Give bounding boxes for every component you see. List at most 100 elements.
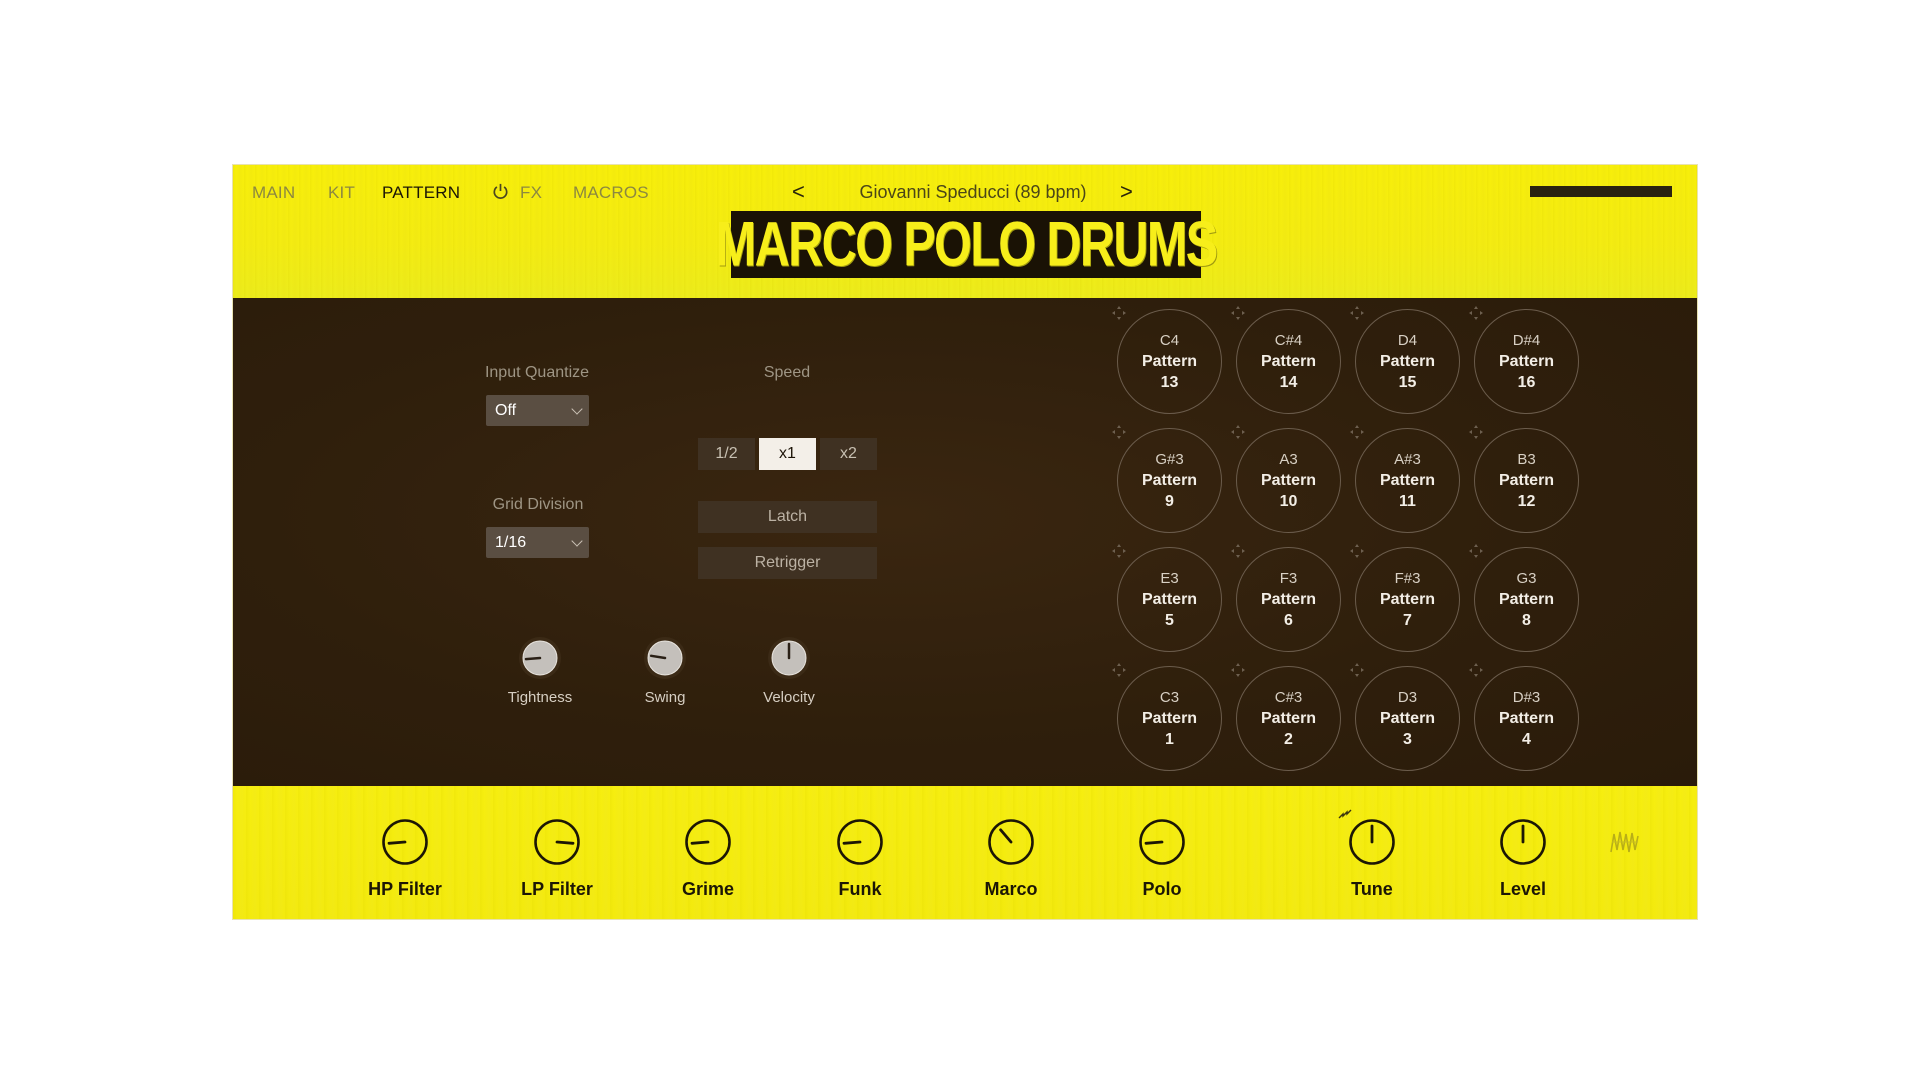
preset-next-button[interactable]: >	[1120, 179, 1133, 205]
pattern-pad-12[interactable]: B3 Pattern 12	[1474, 428, 1579, 533]
pad-note: B3	[1517, 451, 1536, 468]
pad-note: F#3	[1394, 570, 1421, 587]
pattern-pad-5[interactable]: E3 Pattern 5	[1117, 547, 1222, 652]
pattern-pad-14[interactable]: C#4 Pattern 14	[1236, 309, 1341, 414]
lp-filter-knob[interactable]	[533, 818, 581, 866]
drag-handle-icon[interactable]	[1349, 424, 1365, 440]
pad-name: Pattern	[1498, 353, 1555, 370]
swing-knob[interactable]	[643, 636, 687, 680]
drag-handle-icon[interactable]	[1111, 424, 1127, 440]
preset-prev-button[interactable]: <	[792, 179, 805, 205]
drag-handle-icon[interactable]	[1230, 662, 1246, 678]
pattern-pad-6[interactable]: F3 Pattern 6	[1236, 547, 1341, 652]
pad-number: 9	[1165, 493, 1174, 510]
preset-name[interactable]: Giovanni Speducci (89 bpm)	[833, 179, 1113, 205]
pad-note: D#4	[1512, 332, 1541, 349]
drag-handle-icon[interactable]	[1111, 305, 1127, 321]
drag-handle-icon[interactable]	[1349, 662, 1365, 678]
pattern-pad-11[interactable]: A#3 Pattern 11	[1355, 428, 1460, 533]
chevron-down-icon	[571, 403, 583, 415]
speed-x2-button[interactable]: x2	[820, 438, 877, 470]
fx-power-icon[interactable]	[491, 182, 510, 201]
latch-button[interactable]: Latch	[698, 501, 877, 533]
tab-kit[interactable]: KIT	[328, 182, 355, 204]
grid-division-dropdown[interactable]: 1/16	[486, 527, 589, 558]
tab-macros[interactable]: MACROS	[573, 182, 649, 204]
pattern-pad-8[interactable]: G3 Pattern 8	[1474, 547, 1579, 652]
pad-number: 16	[1517, 374, 1536, 391]
pattern-pad-3[interactable]: D3 Pattern 3	[1355, 666, 1460, 771]
level-knob[interactable]	[1499, 818, 1547, 866]
marco-knob-label: Marco	[984, 879, 1038, 899]
pattern-pad-9[interactable]: G#3 Pattern 9	[1117, 428, 1222, 533]
drag-handle-icon[interactable]	[1111, 662, 1127, 678]
pad-note: C#3	[1274, 689, 1303, 706]
pad-number: 13	[1160, 374, 1179, 391]
hp-filter-knob[interactable]	[381, 818, 429, 866]
pad-name: Pattern	[1379, 710, 1436, 727]
speed-x1-button[interactable]: x1	[759, 438, 816, 470]
lp-filter-knob-label: LP Filter	[521, 879, 593, 899]
pattern-pad-1[interactable]: C3 Pattern 1	[1117, 666, 1222, 771]
velocity-knob[interactable]	[767, 636, 811, 680]
tightness-knob[interactable]	[518, 636, 562, 680]
marco-knob[interactable]	[987, 818, 1035, 866]
pad-note: C#4	[1274, 332, 1303, 349]
pad-number: 10	[1279, 493, 1298, 510]
pattern-pad-13[interactable]: C4 Pattern 13	[1117, 309, 1222, 414]
drag-handle-icon[interactable]	[1468, 305, 1484, 321]
pad-name: Pattern	[1379, 472, 1436, 489]
logo: MARCO POLO DRUMS	[716, 209, 1219, 279]
swing-knob-label: Swing	[644, 689, 686, 706]
pad-note: G#3	[1155, 451, 1184, 468]
tune-knob-label: Tune	[1351, 879, 1393, 899]
drag-handle-icon[interactable]	[1230, 424, 1246, 440]
tab-pattern[interactable]: PATTERN	[382, 182, 460, 204]
polo-knob[interactable]	[1138, 818, 1186, 866]
tune-knob[interactable]	[1348, 818, 1396, 866]
pad-name: Pattern	[1498, 710, 1555, 727]
hp-filter-knob-label: HP Filter	[368, 879, 442, 899]
pad-note: A3	[1279, 451, 1298, 468]
input-quantize-value: Off	[495, 402, 517, 419]
pad-name: Pattern	[1260, 710, 1317, 727]
speed-label: Speed	[763, 364, 811, 381]
input-quantize-dropdown[interactable]: Off	[486, 395, 589, 426]
drag-handle-icon[interactable]	[1468, 424, 1484, 440]
drag-handle-icon[interactable]	[1111, 543, 1127, 559]
pad-name: Pattern	[1141, 710, 1198, 727]
funk-knob-label: Funk	[838, 879, 882, 899]
tab-main[interactable]: MAIN	[252, 182, 295, 204]
drag-handle-icon[interactable]	[1468, 662, 1484, 678]
pattern-pad-10[interactable]: A3 Pattern 10	[1236, 428, 1341, 533]
drag-handle-icon[interactable]	[1230, 543, 1246, 559]
pad-number: 14	[1279, 374, 1298, 391]
macro-bar: HP Filter LP Filter Grime Funk Marco Pol…	[233, 786, 1697, 919]
tab-fx[interactable]: FX	[520, 182, 542, 204]
menu-bar[interactable]	[1530, 186, 1672, 197]
pad-name: Pattern	[1379, 353, 1436, 370]
drag-handle-icon[interactable]	[1468, 543, 1484, 559]
pattern-pad-16[interactable]: D#4 Pattern 16	[1474, 309, 1579, 414]
grid-division-value: 1/16	[495, 534, 527, 551]
pad-number: 15	[1398, 374, 1417, 391]
drag-handle-icon[interactable]	[1349, 543, 1365, 559]
speed-half-button[interactable]: 1/2	[698, 438, 755, 470]
retrigger-button[interactable]: Retrigger	[698, 547, 877, 579]
pattern-pad-4[interactable]: D#3 Pattern 4	[1474, 666, 1579, 771]
plugin-window: MAIN KIT PATTERN FX MACROS < Giovanni Sp…	[233, 165, 1697, 919]
grime-knob[interactable]	[684, 818, 732, 866]
pad-name: Pattern	[1379, 591, 1436, 608]
pattern-pad-15[interactable]: D4 Pattern 15	[1355, 309, 1460, 414]
level-knob-label: Level	[1499, 879, 1547, 899]
pad-number: 1	[1165, 731, 1174, 748]
polo-knob-label: Polo	[1142, 879, 1182, 899]
pattern-pad-7[interactable]: F#3 Pattern 7	[1355, 547, 1460, 652]
pattern-pad-2[interactable]: C#3 Pattern 2	[1236, 666, 1341, 771]
funk-knob[interactable]	[836, 818, 884, 866]
pad-number: 7	[1403, 612, 1412, 629]
input-quantize-label: Input Quantize	[484, 364, 590, 381]
tightness-knob-label: Tightness	[507, 689, 573, 706]
drag-handle-icon[interactable]	[1230, 305, 1246, 321]
drag-handle-icon[interactable]	[1349, 305, 1365, 321]
